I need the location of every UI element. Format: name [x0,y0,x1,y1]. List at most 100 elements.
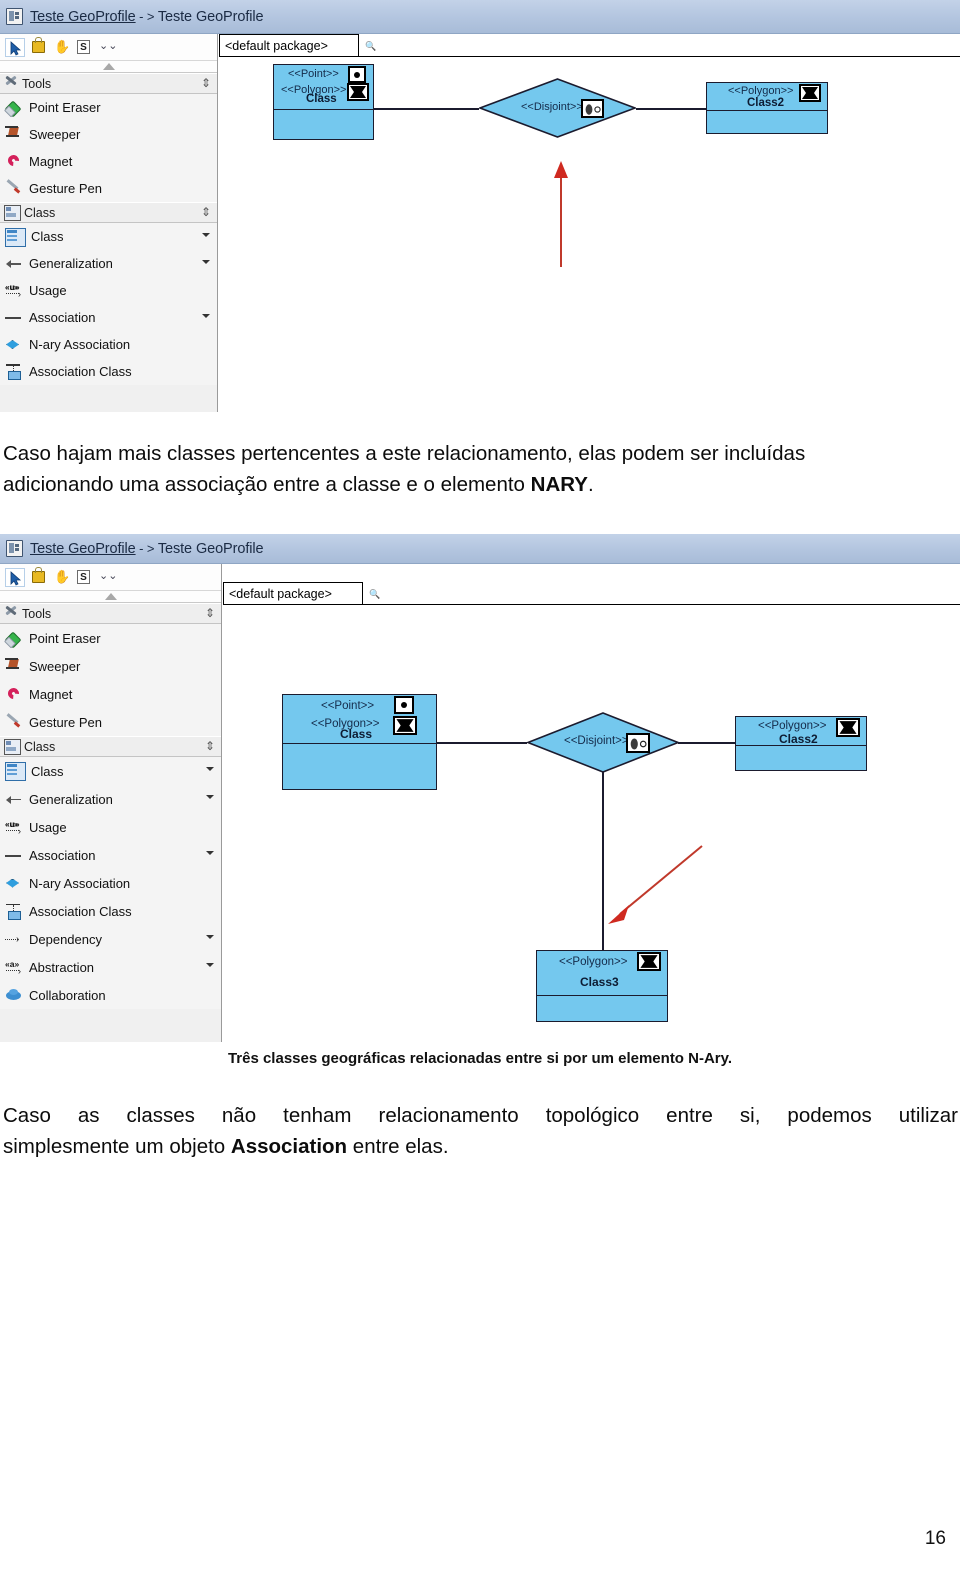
edge-class1-nary-2 [437,742,527,744]
chevron-down-icon[interactable] [206,963,214,967]
select-tool-1[interactable]: S [74,38,94,57]
tool-item-label: Generalization [29,791,113,807]
chevron-down-icon[interactable] [206,767,214,771]
polygon-geo-icon [637,952,661,971]
titlebar-arrow-2: - > [135,540,158,556]
tool-item-sweeper-1[interactable]: Sweeper [0,121,217,148]
more-tools-2[interactable]: ⌄⌄ [97,568,117,587]
group-resize-handle-icon[interactable]: ⇕ [201,77,211,90]
package-tab-1[interactable]: <default package> [219,34,359,57]
tool-item-dependency-2[interactable]: › Dependency [0,925,221,953]
tool-item-generalization-2[interactable]: Generalization [0,785,221,813]
magnifier-icon[interactable]: 🔍 [369,589,380,600]
tool-item-label: Dependency [29,931,102,947]
select-tool-2[interactable]: S [74,568,94,587]
tool-item-n-ary-association-1[interactable]: N-ary Association [0,331,217,358]
tool-item-sweeper-2[interactable]: Sweeper [0,652,221,680]
double-chevron-down-icon: ⌄⌄ [99,39,118,52]
uml-class-box-1-2[interactable]: <<Point>> <<Polygon>> Class [282,694,437,790]
class-stereotype-point: <<Point>> [288,68,339,80]
paragraph-1-line-2: adicionando uma associação entre a class… [3,469,958,500]
group-resize-handle-icon[interactable]: ⇕ [201,206,211,219]
tool-item-generalization-1[interactable]: Generalization [0,250,217,277]
paragraph-1-line-2-c: . [587,473,594,496]
diagram-canvas-2[interactable]: <default package> 🔍 <<Point>> <<Polygon>… [223,564,960,1042]
gesture-pen-icon [5,180,24,197]
hand-icon: ✋ [54,38,71,54]
group-label-tools-1: Tools [22,76,52,91]
gesture-pen-icon [5,714,24,731]
pan-tool-1[interactable]: ✋ [51,38,71,57]
disjoint-geo-icon [626,733,650,753]
panel-collapse-handle-1[interactable] [0,61,217,73]
class-name-3: Class3 [580,975,619,989]
group-resize-handle-icon[interactable]: ⇕ [205,607,215,620]
nary-association-node-1[interactable]: <<Disjoint>> [479,78,636,138]
uml-class-box-2-2[interactable]: <<Polygon>> Class2 [735,716,867,771]
lock-tool-2[interactable] [28,566,48,587]
pan-tool-2[interactable]: ✋ [51,568,71,587]
class2-stereotype-polygon: <<Polygon>> [728,85,794,97]
collaboration-icon [5,987,24,1004]
class-name-2: Class2 [747,97,785,109]
group-header-class-2[interactable]: Class ⇕ [0,736,221,757]
diagram-file-icon [6,540,23,557]
tool-item-class-2[interactable]: Class [0,757,221,785]
tool-item-gesture-pen-2[interactable]: Gesture Pen [0,708,221,736]
double-chevron-down-icon: ⌄⌄ [99,569,118,582]
tool-item-collaboration-2[interactable]: Collaboration [0,981,221,1009]
uml-class-box-1[interactable]: <<Point>> <<Polygon>> Class [273,64,374,140]
more-tools-1[interactable]: ⌄⌄ [97,38,117,57]
tool-item-magnet-2[interactable]: Magnet [0,680,221,708]
tool-item-usage-2[interactable]: «u»› Usage [0,813,221,841]
magnifier-icon[interactable]: 🔍 [365,41,376,52]
chevron-down-icon[interactable] [206,851,214,855]
tool-item-point-eraser-1[interactable]: Point Eraser [0,94,217,121]
tool-item-magnet-1[interactable]: Magnet [0,148,217,175]
association-class-icon [5,903,24,920]
titlebar-text-1: Teste GeoProfile - > Teste GeoProfile [30,8,264,25]
diagram-file-icon [6,8,23,25]
panel-collapse-handle-2[interactable] [0,591,221,603]
chevron-down-icon[interactable] [206,795,214,799]
cursor-tool-2[interactable] [5,567,25,587]
titlebar-title-1: Teste GeoProfile [157,8,264,25]
cursor-tool-1[interactable] [5,37,25,57]
tool-item-gesture-pen-1[interactable]: Gesture Pen [0,175,217,202]
tool-item-class-1[interactable]: Class [0,223,217,250]
tool-item-association-class-2[interactable]: Association Class [0,897,221,925]
tool-item-association-2[interactable]: Association [0,841,221,869]
group-resize-handle-icon[interactable]: ⇕ [205,740,215,753]
tools-icon [4,77,19,91]
tool-panel-1: ✋ S ⌄⌄ Tools ⇕ Point Eraser Sweeper Magn… [0,34,218,412]
package-tab-2[interactable]: <default package> [223,582,363,605]
tool-item-label: Association Class [29,903,132,919]
sweeper-icon [5,126,24,143]
polygon-geo-icon [836,718,860,737]
lock-tool-1[interactable] [28,36,48,57]
tool-item-n-ary-association-2[interactable]: N-ary Association [0,869,221,897]
tool-item-abstraction-2[interactable]: «a» › Abstraction [0,953,221,981]
group-header-tools-2[interactable]: Tools ⇕ [0,603,221,624]
diagram-canvas-1[interactable]: <default package> 🔍 <<Point>> <<Polygon>… [219,34,960,412]
tool-item-label: Point Eraser [29,630,101,646]
group-header-tools-1[interactable]: Tools ⇕ [0,73,217,94]
group-header-class-1[interactable]: Class ⇕ [0,202,217,223]
nary-association-node-2[interactable]: <<Disjoint>> [527,712,679,773]
chevron-down-icon[interactable] [202,260,210,264]
uml-class-box-3[interactable]: <<Polygon>> Class3 [536,950,668,1022]
paragraph-1-line-1: Caso hajam mais classes pertencentes a e… [3,442,806,465]
tool-item-usage-1[interactable]: «u»› Usage [0,277,217,304]
chevron-down-icon[interactable] [206,935,214,939]
tool-item-point-eraser-2[interactable]: Point Eraser [0,624,221,652]
titlebar-arrow-1: - > [135,8,158,24]
tool-item-association-class-1[interactable]: Association Class [0,358,217,385]
nary-label-1: <<Disjoint>> [521,101,583,113]
tool-item-association-1[interactable]: Association [0,304,217,331]
titlebar-title-2: Teste GeoProfile [157,540,264,557]
chevron-down-icon[interactable] [202,314,210,318]
titlebar-link-2[interactable]: Teste GeoProfile [30,541,136,557]
chevron-down-icon[interactable] [202,233,210,237]
uml-class-box-2[interactable]: <<Polygon>> Class2 [706,82,828,134]
titlebar-link-1[interactable]: Teste GeoProfile [30,9,136,25]
